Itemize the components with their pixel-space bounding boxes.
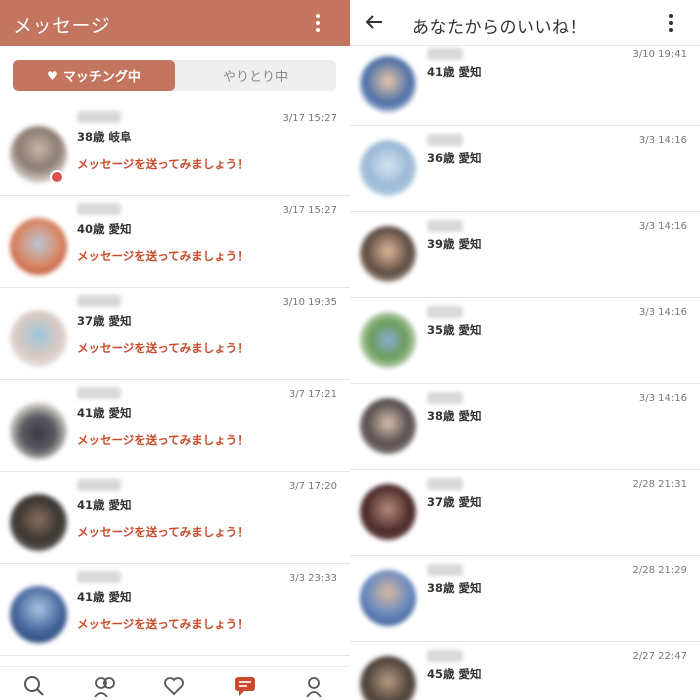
message-icon[interactable] <box>233 675 257 697</box>
avatar[interactable] <box>360 656 416 700</box>
like-row[interactable]: 2/27 22:47 45歳 愛知 <box>350 642 700 700</box>
avatar[interactable] <box>360 398 416 454</box>
age-location: 38歳 愛知 <box>427 409 482 423</box>
blurred-name <box>427 306 463 318</box>
age-location: 38歳 愛知 <box>427 581 482 595</box>
message-row[interactable]: 3/17 15:27 40歳 愛知 メッセージを送ってみましょう！ <box>0 196 350 288</box>
tab-exchanging-label: やりとり中 <box>222 70 288 85</box>
age-location: 39歳 愛知 <box>427 237 482 251</box>
age-location: 35歳 愛知 <box>427 323 482 337</box>
unread-badge <box>50 170 64 184</box>
blurred-name <box>427 48 463 60</box>
send-message-prompt[interactable]: メッセージを送ってみましょう！ <box>77 616 249 632</box>
blurred-name <box>77 571 121 583</box>
timestamp: 3/17 15:27 <box>282 205 337 216</box>
avatar[interactable] <box>360 56 416 112</box>
timestamp: 3/3 23:33 <box>288 573 337 584</box>
timestamp: 3/7 17:21 <box>288 389 337 400</box>
blurred-name <box>77 387 121 399</box>
tab-exchanging[interactable]: やりとり中 <box>175 60 336 91</box>
heart-icon[interactable] <box>163 675 187 697</box>
blurred-name <box>427 392 463 404</box>
page-title: あなたからのいいね！ <box>412 18 587 38</box>
blurred-name <box>77 295 121 307</box>
like-row[interactable]: 3/10 19:41 41歳 愛知 <box>350 40 700 126</box>
timestamp: 3/10 19:41 <box>632 49 687 60</box>
age-location: 40歳 愛知 <box>77 222 132 236</box>
timestamp: 3/3 14:16 <box>638 135 687 146</box>
people-icon[interactable] <box>93 675 117 697</box>
messages-header: メッセージ <box>0 0 350 46</box>
avatar[interactable] <box>360 484 416 540</box>
blurred-name <box>427 134 463 146</box>
timestamp: 3/3 14:16 <box>638 307 687 318</box>
message-row[interactable]: 3/7 17:20 41歳 愛知 メッセージを送ってみましょう！ <box>0 472 350 564</box>
tab-matching-label: マッチング中 <box>62 70 141 85</box>
send-message-prompt[interactable]: メッセージを送ってみましょう！ <box>77 432 249 448</box>
message-row[interactable]: 3/10 19:35 37歳 愛知 メッセージを送ってみましょう！ <box>0 288 350 380</box>
messages-panel: メッセージ ♥ マッチング中 やりとり中 3/17 15:27 38歳 岐阜 メ… <box>0 0 350 700</box>
message-row[interactable]: 3/17 15:27 38歳 岐阜 メッセージを送ってみましょう！ <box>0 104 350 196</box>
age-location: 41歳 愛知 <box>427 65 482 79</box>
avatar[interactable] <box>360 312 416 368</box>
like-row[interactable]: 3/3 14:16 35歳 愛知 <box>350 298 700 384</box>
age-location: 45歳 愛知 <box>427 667 482 681</box>
bottom-navigation <box>0 666 350 700</box>
blurred-name <box>427 478 463 490</box>
blurred-name <box>77 479 121 491</box>
blurred-name <box>77 203 121 215</box>
age-location: 41歳 愛知 <box>77 498 132 512</box>
send-message-prompt[interactable]: メッセージを送ってみましょう！ <box>77 156 249 172</box>
timestamp: 2/27 22:47 <box>632 651 687 662</box>
avatar[interactable] <box>10 494 67 551</box>
tab-switcher: ♥ マッチング中 やりとり中 <box>13 60 336 91</box>
avatar[interactable] <box>10 218 67 275</box>
avatar[interactable] <box>360 140 416 196</box>
avatar[interactable] <box>360 570 416 626</box>
back-arrow-icon[interactable] <box>364 12 384 32</box>
age-location: 37歳 愛知 <box>77 314 132 328</box>
more-options-icon[interactable] <box>308 11 328 35</box>
timestamp: 2/28 21:31 <box>632 479 687 490</box>
blurred-name <box>427 650 463 662</box>
send-message-prompt[interactable]: メッセージを送ってみましょう！ <box>77 248 249 264</box>
like-row[interactable]: 3/3 14:16 38歳 愛知 <box>350 384 700 470</box>
age-location: 38歳 岐阜 <box>77 130 132 144</box>
like-row[interactable]: 2/28 21:31 37歳 愛知 <box>350 470 700 556</box>
page-title: メッセージ <box>13 15 111 37</box>
like-row[interactable]: 2/28 21:29 38歳 愛知 <box>350 556 700 642</box>
like-row[interactable]: 3/3 14:16 36歳 愛知 <box>350 126 700 212</box>
age-location: 41歳 愛知 <box>77 406 132 420</box>
blurred-name <box>427 220 463 232</box>
avatar[interactable] <box>10 586 67 643</box>
age-location: 36歳 愛知 <box>427 151 482 165</box>
avatar[interactable] <box>360 226 416 282</box>
blurred-name <box>77 111 121 123</box>
age-location: 41歳 愛知 <box>77 590 132 604</box>
more-options-icon[interactable] <box>661 11 681 35</box>
timestamp: 3/3 14:16 <box>638 221 687 232</box>
profile-icon[interactable] <box>303 675 327 697</box>
timestamp: 3/17 15:27 <box>282 113 337 124</box>
timestamp: 3/10 19:35 <box>282 297 337 308</box>
search-icon[interactable] <box>23 675 47 697</box>
likes-panel: あなたからのいいね！ 3/10 19:41 41歳 愛知 3/3 14:16 3… <box>350 0 700 700</box>
timestamp: 3/3 14:16 <box>638 393 687 404</box>
timestamp: 3/7 17:20 <box>288 481 337 492</box>
message-row[interactable]: 3/3 23:33 41歳 愛知 メッセージを送ってみましょう！ <box>0 564 350 656</box>
send-message-prompt[interactable]: メッセージを送ってみましょう！ <box>77 340 249 356</box>
blurred-name <box>427 564 463 576</box>
send-message-prompt[interactable]: メッセージを送ってみましょう！ <box>77 524 249 540</box>
like-row[interactable]: 3/3 14:16 39歳 愛知 <box>350 212 700 298</box>
message-row[interactable]: 3/7 17:21 41歳 愛知 メッセージを送ってみましょう！ <box>0 380 350 472</box>
avatar[interactable] <box>10 310 67 367</box>
heart-icon: ♥ <box>47 68 58 83</box>
avatar[interactable] <box>10 402 67 459</box>
age-location: 37歳 愛知 <box>427 495 482 509</box>
timestamp: 2/28 21:29 <box>632 565 687 576</box>
tab-matching[interactable]: ♥ マッチング中 <box>13 60 175 91</box>
